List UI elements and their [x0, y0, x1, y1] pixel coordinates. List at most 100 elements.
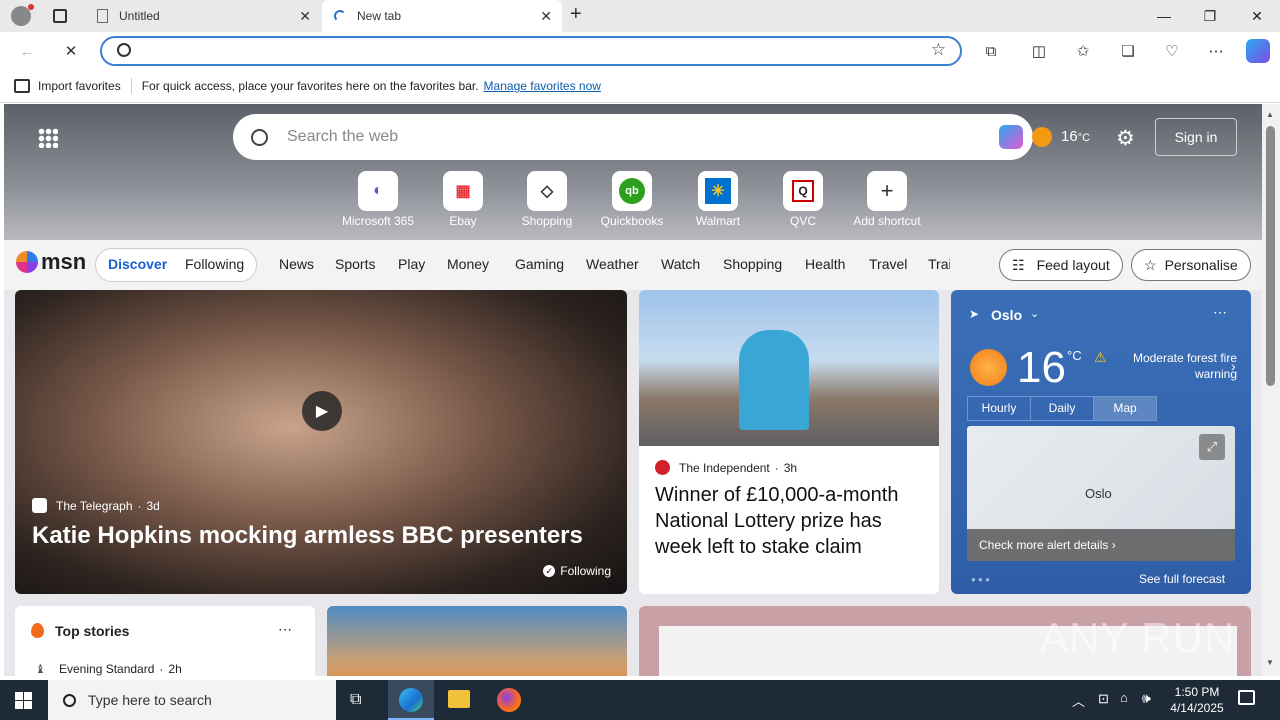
search-placeholder: Search the web	[287, 128, 399, 145]
nav-traffic[interactable]: Trai	[928, 256, 950, 272]
tab-discover[interactable]: Discover	[108, 256, 167, 272]
alert-details-link[interactable]: Check more alert details ›	[967, 529, 1235, 561]
tab-daily[interactable]: Daily	[1031, 397, 1094, 420]
add-shortcut-button[interactable]: + Add shortcut	[844, 171, 930, 228]
shortcut-ebay[interactable]: ▦ Ebay	[420, 171, 506, 228]
scrollbar-thumb[interactable]	[1266, 126, 1275, 386]
story-headline[interactable]: Winner of £10,000-a-month National Lotte…	[655, 482, 925, 560]
minimize-button[interactable]: —	[1141, 0, 1187, 32]
nav-sports[interactable]: Sports	[335, 256, 375, 272]
top-stories-title[interactable]: Top stories	[55, 623, 129, 639]
shortcut-shopping[interactable]: ◇ Shopping	[504, 171, 590, 228]
full-forecast-link[interactable]: See full forecast	[1139, 572, 1225, 586]
collections-icon[interactable]: ❏	[1117, 40, 1139, 62]
tab-title: Untitled	[119, 9, 160, 23]
weather-map[interactable]: Oslo ⤢ Check more alert details ›	[967, 426, 1235, 561]
loading-icon	[334, 10, 346, 22]
more-options-icon[interactable]: ⋯	[278, 621, 292, 638]
search-icon	[251, 128, 268, 146]
task-view-icon[interactable]: ⧉	[350, 691, 361, 709]
restore-button[interactable]: ❐	[1187, 0, 1233, 32]
msn-logo[interactable]: msn	[16, 249, 86, 275]
copilot-search-icon[interactable]	[999, 125, 1023, 149]
feed-layout-button[interactable]: ☷ Feed layout	[999, 249, 1123, 281]
wifi-icon[interactable]: ⌂	[1120, 690, 1128, 705]
independent-icon	[655, 460, 670, 475]
split-screen-icon[interactable]: ◫	[1028, 40, 1050, 62]
chevron-right-icon[interactable]: ›	[1231, 358, 1236, 374]
close-window-button[interactable]: ✕	[1234, 0, 1280, 32]
main-story-card[interactable]: ▶ The Telegraph · 3d Katie Hopkins mocking…	[15, 290, 627, 594]
network-icon[interactable]: ⊡	[1098, 691, 1109, 707]
app-launcher-icon[interactable]	[38, 128, 58, 148]
close-tab-icon[interactable]: ✕	[299, 8, 311, 25]
following-badge[interactable]: ✓ Following	[543, 564, 611, 578]
weather-alert[interactable]: Moderate forest fire warning	[1111, 350, 1237, 382]
firefox-icon[interactable]	[497, 688, 521, 712]
page-scrollbar[interactable]: ▲ ▼	[1262, 104, 1280, 676]
stop-loading-icon[interactable]: ✕	[60, 40, 82, 62]
shortcut-quickbooks[interactable]: qb Quickbooks	[589, 171, 675, 228]
scroll-down-icon[interactable]: ▼	[1266, 658, 1274, 667]
tab-following[interactable]: Following	[185, 256, 244, 272]
tab-map[interactable]: Map	[1094, 397, 1156, 420]
nav-weather[interactable]: Weather	[586, 256, 639, 272]
notifications-icon[interactable]	[1238, 690, 1255, 705]
nav-news[interactable]: News	[279, 256, 314, 272]
personalise-button[interactable]: ☆ Personalise	[1131, 249, 1251, 281]
play-button-icon[interactable]: ▶	[302, 391, 342, 431]
nav-shopping[interactable]: Shopping	[723, 256, 782, 272]
story-image	[639, 290, 939, 446]
sign-in-button[interactable]: Sign in	[1155, 118, 1237, 156]
back-icon[interactable]: ←	[16, 40, 38, 62]
shortcut-microsoft-365[interactable]: ◐ Microsoft 365	[335, 171, 421, 228]
close-tab-icon[interactable]: ✕	[540, 8, 552, 25]
nav-health[interactable]: Health	[805, 256, 845, 272]
address-bar[interactable]: ☆	[100, 36, 962, 66]
tab-untitled[interactable]: Untitled ✕	[85, 0, 321, 32]
nav-watch[interactable]: Watch	[661, 256, 700, 272]
file-explorer-icon[interactable]	[448, 690, 470, 708]
shortcut-qvc[interactable]: Q QVC	[760, 171, 846, 228]
settings-gear-icon[interactable]: ⚙	[1116, 126, 1135, 151]
walmart-icon: ✳	[705, 178, 731, 204]
nav-play[interactable]: Play	[398, 256, 425, 272]
tab-hourly[interactable]: Hourly	[968, 397, 1031, 420]
chevron-down-icon[interactable]: ⌄	[1030, 307, 1039, 320]
edge-taskbar-icon[interactable]	[388, 680, 434, 720]
start-windows-icon[interactable]	[15, 692, 32, 709]
performance-icon[interactable]: ♡	[1161, 40, 1183, 62]
header-temperature: 16°C	[1061, 128, 1091, 145]
msn-nav-row: msn Discover Following News Sports Play …	[4, 240, 1262, 290]
expand-icon[interactable]: ⤢	[1199, 434, 1225, 460]
import-favorites-icon[interactable]	[14, 79, 30, 93]
import-favorites-button[interactable]: Import favorites	[38, 79, 121, 93]
more-menu-icon[interactable]: ⋯	[1205, 40, 1227, 62]
weather-city[interactable]: Oslo	[991, 307, 1022, 323]
story-headline[interactable]: Katie Hopkins mocking armless BBC presen…	[32, 522, 583, 550]
lottery-story-card[interactable]: The Independent · 3h Winner of £10,000-a-m…	[639, 290, 939, 594]
show-hidden-icons[interactable]: ︿	[1072, 691, 1085, 710]
nav-gaming[interactable]: Gaming	[515, 256, 564, 272]
weather-card[interactable]: ➤ Oslo ⌄ ⋯ 16 °C ⚠ Moderate forest fire …	[951, 290, 1251, 594]
tab-actions-icon[interactable]	[53, 9, 67, 23]
new-tab-button[interactable]: +	[570, 3, 582, 26]
scroll-up-icon[interactable]: ▲	[1266, 110, 1274, 119]
volume-icon[interactable]: 🕪	[1142, 690, 1151, 707]
nav-travel[interactable]: Travel	[869, 256, 907, 272]
shortcut-walmart[interactable]: ✳ Walmart	[675, 171, 761, 228]
clock[interactable]: 1:50 PM 4/14/2025	[1168, 684, 1226, 716]
pylon-story-card[interactable]	[327, 606, 627, 676]
hero-background: Search the web 16°C ⚙ Sign in ◐ Microsoft…	[4, 104, 1262, 240]
tab-new-tab[interactable]: New tab ✕	[322, 0, 562, 32]
favorites-icon[interactable]: ✩	[1072, 40, 1094, 62]
nav-money[interactable]: Money	[447, 256, 489, 272]
taskbar-search-box[interactable]: Type here to search	[48, 680, 336, 720]
location-arrow-icon: ➤	[969, 307, 980, 321]
web-search-box[interactable]: Search the web	[233, 114, 1033, 160]
extensions-icon[interactable]: ⧉	[980, 40, 1002, 62]
copilot-icon[interactable]	[1246, 39, 1270, 63]
manage-favorites-link[interactable]: Manage favorites now	[484, 79, 601, 93]
more-options-icon[interactable]: ⋯	[1213, 304, 1227, 321]
favorite-star-icon[interactable]: ☆	[931, 40, 946, 60]
